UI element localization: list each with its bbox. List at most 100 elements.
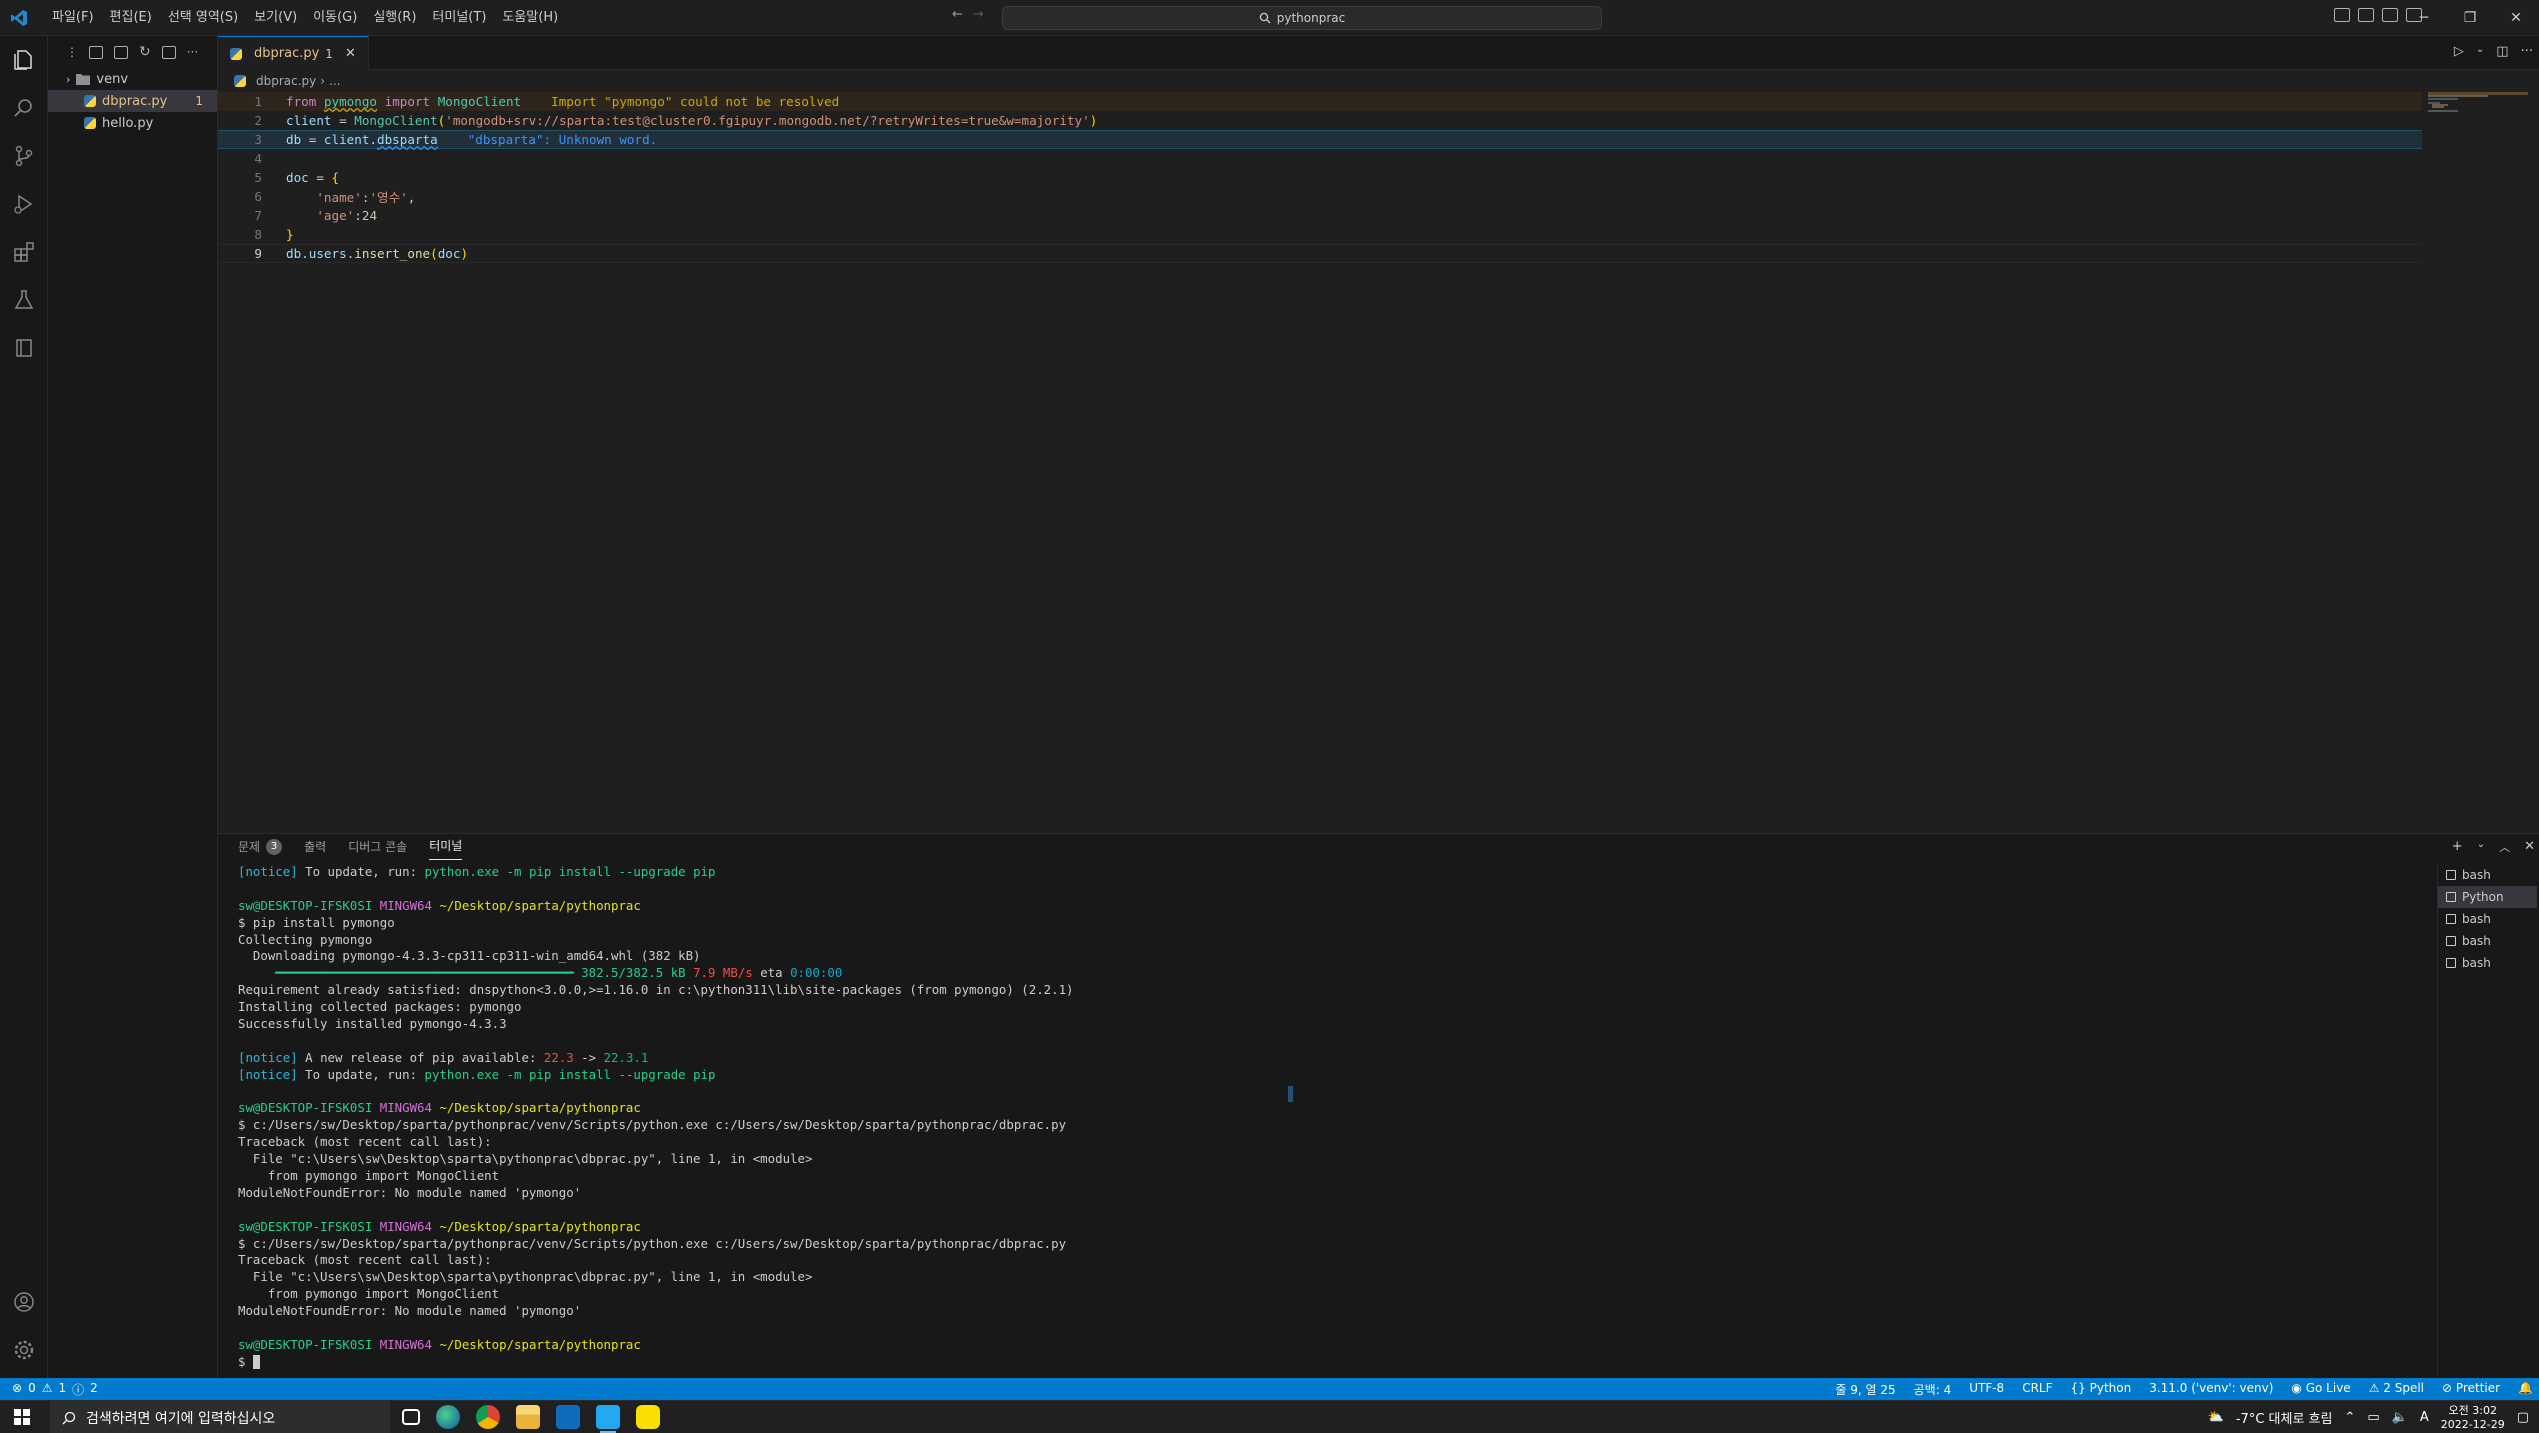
tree-item-hello[interactable]: hello.py [48, 112, 217, 134]
windows-start-icon[interactable] [14, 1409, 30, 1425]
inline-diagnostic: Import "pymongo" could not be resolved [551, 94, 840, 109]
tray-chevron-icon[interactable]: ⌃ [2344, 1410, 2355, 1425]
terminal-item[interactable]: bash [2438, 952, 2537, 974]
problems-status[interactable]: ⊗ 0 ⚠ 1 ⓘ 2 [0, 1381, 98, 1398]
info-icon: ⓘ [72, 1382, 85, 1397]
toggle-secondary-sidebar-icon[interactable] [2382, 8, 2398, 22]
new-terminal-icon[interactable]: + [2452, 839, 2463, 855]
taskbar-search-box[interactable]: 검색하려면 여기에 입력하십시오 [50, 1401, 390, 1433]
tab-problems[interactable]: 문제 3 [238, 838, 283, 860]
language-mode[interactable]: {} Python [2071, 1381, 2132, 1398]
kakaotalk-icon[interactable] [636, 1405, 660, 1429]
end-of-line[interactable]: CRLF [2022, 1381, 2052, 1398]
collapse-folders-icon[interactable] [161, 45, 176, 59]
indentation[interactable]: 공백: 4 [1914, 1381, 1952, 1398]
tab-debug-console[interactable]: 디버그 콘솔 [348, 838, 407, 860]
terminal-item[interactable]: bash [2438, 864, 2537, 886]
terminal-line: from pymongo import MongoClient [238, 1168, 500, 1184]
command-center-search[interactable]: pythonprac [1002, 6, 1602, 30]
go-live-button[interactable]: ◉ Go Live [2291, 1381, 2350, 1398]
run-debug-icon[interactable] [12, 192, 36, 216]
new-file-icon[interactable] [89, 45, 103, 59]
terminal-dropdown-icon[interactable]: ⌄ [2477, 839, 2485, 855]
toggle-panel-icon[interactable] [2358, 8, 2374, 22]
edge-browser-icon[interactable] [436, 1405, 460, 1429]
maximize-panel-icon[interactable]: ︿ [2499, 839, 2510, 855]
volume-icon[interactable]: 🔈 [2392, 1410, 2408, 1425]
source-control-icon[interactable] [12, 144, 36, 168]
menu-file[interactable]: 파일(F) [44, 0, 102, 36]
prettier-status[interactable]: ⊘ Prettier [2442, 1381, 2500, 1398]
account-icon[interactable] [12, 1290, 36, 1314]
weather-text[interactable]: -7°C 대체로 흐림 [2236, 1408, 2333, 1427]
collapse-icon[interactable]: ⋮ [66, 45, 78, 59]
code-line: 4 [218, 149, 2422, 168]
explorer-toolbar: ⋮ ↻ ··· [48, 36, 217, 68]
terminal-item[interactable]: Python [2438, 886, 2537, 908]
restore-icon[interactable]: ❐ [2447, 0, 2493, 36]
close-icon[interactable]: ✕ [2493, 0, 2539, 36]
minimap[interactable] [2428, 92, 2528, 132]
tab-output[interactable]: 출력 [304, 838, 326, 860]
chrome-browser-icon[interactable] [476, 1405, 500, 1429]
settings-gear-icon[interactable] [12, 1338, 36, 1362]
menu-go[interactable]: 이동(G) [305, 0, 365, 36]
refresh-icon[interactable]: ↻ [139, 44, 151, 60]
menu-edit[interactable]: 편집(E) [102, 0, 160, 36]
extensions-icon[interactable] [12, 240, 36, 264]
encoding[interactable]: UTF-8 [1969, 1381, 2004, 1398]
mail-icon[interactable] [556, 1405, 580, 1429]
inline-diagnostic: "dbsparta": Unknown word. [467, 132, 658, 147]
toggle-sidebar-icon[interactable] [2334, 8, 2350, 22]
breadcrumb-symbol[interactable]: ... [329, 74, 340, 88]
close-panel-icon[interactable]: ✕ [2524, 839, 2535, 855]
explorer-icon[interactable] [12, 48, 36, 72]
tree-item-label: venv [96, 71, 129, 87]
forward-arrow-icon[interactable]: → [973, 7, 984, 22]
cursor-position[interactable]: 줄 9, 열 25 [1835, 1381, 1895, 1398]
menu-view[interactable]: 보기(V) [246, 0, 305, 36]
notifications-bell-icon[interactable]: 🔔 [2518, 1381, 2533, 1398]
run-dropdown-icon[interactable]: ⌄ [2476, 44, 2484, 59]
vscode-taskbar-icon[interactable] [596, 1405, 620, 1433]
more-actions-icon[interactable]: ··· [187, 45, 198, 59]
code-editor[interactable]: 1 from pymongo import MongoClient Import … [218, 92, 2422, 263]
ime-indicator[interactable]: A [2420, 1410, 2429, 1425]
python-interpreter[interactable]: 3.11.0 ('venv': venv) [2149, 1381, 2273, 1398]
more-actions-icon[interactable]: ··· [2521, 44, 2533, 59]
editor-actions: ▷ ⌄ ◫ ··· [2454, 44, 2533, 59]
weather-icon[interactable]: ⛅ [2208, 1410, 2224, 1425]
clock[interactable]: 오전 3:02 2022-12-29 [2441, 1404, 2505, 1432]
menu-selection[interactable]: 선택 영역(S) [160, 0, 246, 36]
network-icon[interactable]: ▭ [2367, 1410, 2379, 1425]
testing-icon[interactable] [12, 288, 36, 312]
task-view-icon[interactable] [402, 1409, 420, 1425]
notification-center-icon[interactable]: ▢ [2517, 1410, 2529, 1425]
menu-terminal[interactable]: 터미널(T) [424, 0, 494, 36]
terminal-item[interactable]: bash [2438, 930, 2537, 952]
code-line: 9 db.users.insert_one(doc) [218, 244, 2422, 263]
spell-check-status[interactable]: ⚠ 2 Spell [2369, 1381, 2424, 1398]
run-python-file-icon[interactable]: ▷ [2454, 44, 2464, 59]
terminal-line: File "c:\Users\sw\Desktop\sparta\pythonp… [238, 1269, 813, 1285]
tab-dbprac[interactable]: dbprac.py 1 ✕ [218, 36, 369, 70]
warning-icon: ⚠ [41, 1380, 53, 1395]
menu-help[interactable]: 도움말(H) [494, 0, 566, 36]
breadcrumb-file[interactable]: dbprac.py [256, 74, 316, 88]
terminal-output[interactable]: [notice] To update, run: python.exe -m p… [238, 864, 2438, 1371]
menu-run[interactable]: 실행(R) [365, 0, 424, 36]
search-icon[interactable] [12, 96, 36, 120]
terminal-item[interactable]: bash [2438, 908, 2537, 930]
remote-explorer-icon[interactable] [12, 336, 36, 360]
minimize-icon[interactable]: ─ [2401, 0, 2447, 36]
file-explorer-icon[interactable] [516, 1405, 540, 1429]
tab-label: 출력 [304, 840, 327, 854]
terminal-line: File "c:\Users\sw\Desktop\sparta\pythonp… [238, 1151, 813, 1167]
close-tab-icon[interactable]: ✕ [345, 46, 356, 61]
tab-terminal[interactable]: 터미널 [429, 837, 463, 860]
tree-item-dbprac[interactable]: dbprac.py 1 [48, 90, 217, 112]
back-arrow-icon[interactable]: ← [952, 7, 963, 22]
new-folder-icon[interactable] [114, 45, 128, 59]
split-editor-icon[interactable]: ◫ [2496, 44, 2508, 59]
tree-item-venv[interactable]: › venv [48, 68, 217, 90]
